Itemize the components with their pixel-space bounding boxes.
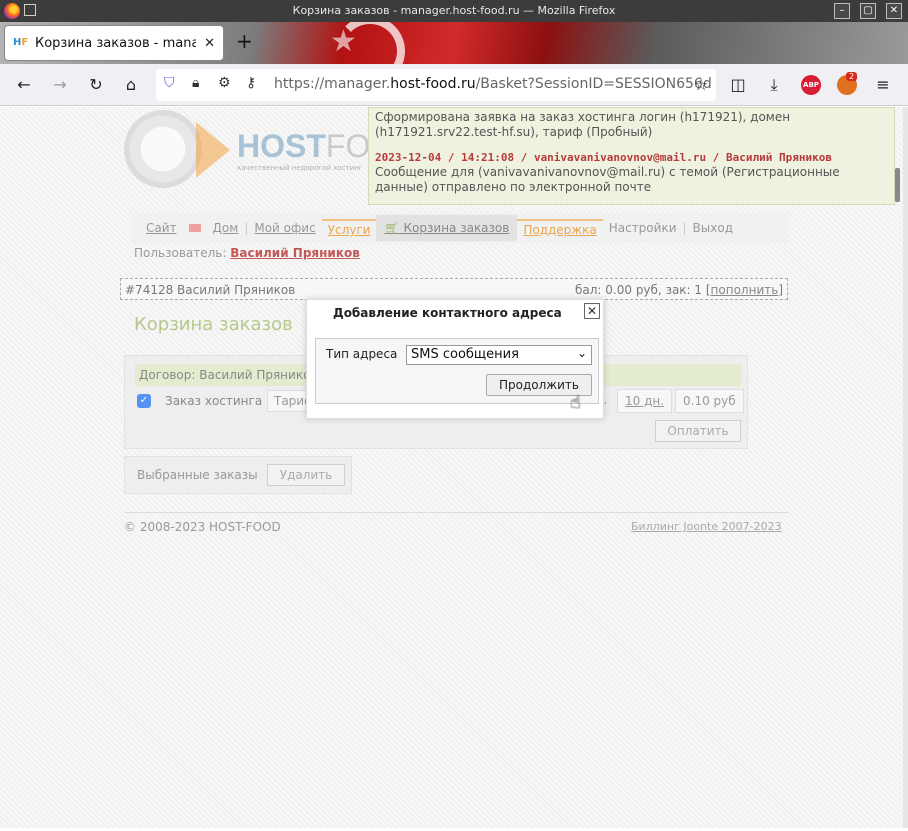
menu-settings[interactable]: Настройки [603, 221, 683, 235]
account-bar: #74128 Василий Пряников бал: 0.00 руб, з… [120, 278, 788, 300]
close-window-icon[interactable]: ✕ [886, 3, 902, 19]
menu-home[interactable]: Дом [207, 221, 245, 235]
url-text[interactable]: https://manager.host-food.ru/Basket?Sess… [274, 76, 712, 92]
footer-billing-link[interactable]: Биллинг Joonte 2007-2023 [631, 520, 782, 533]
notice-line-1: Сформирована заявка на заказ хостинга ло… [375, 110, 791, 139]
menu-services[interactable]: Услуги [321, 219, 377, 237]
tab-basket[interactable]: HF Корзина заказов - manager.host-food.r… [4, 25, 224, 61]
order-label: Заказ хостинга [165, 394, 263, 408]
flag-icon[interactable] [188, 224, 201, 232]
adblock-icon[interactable]: ABP [801, 75, 821, 95]
page-title: Корзина заказов [134, 314, 293, 335]
order-period[interactable]: 10 дн. [617, 389, 673, 413]
extension-badge: 2 [846, 72, 858, 81]
order-price: 0.10 руб [675, 389, 744, 413]
notification-log: Сформирована заявка на заказ хостинга ло… [368, 107, 895, 205]
address-type-label: Тип адреса [326, 347, 398, 361]
navigation-toolbar: ← → ↻ ⌂ ⛉ 🔒︎ ⚙ ⚷ https://manager.host-fo… [0, 64, 908, 106]
dialog-title: Добавление контактного адреса [333, 306, 562, 320]
logo-chevron-icon [196, 122, 230, 178]
selected-orders-label: Выбранные заказы [137, 468, 258, 482]
minimize-icon[interactable]: – [834, 3, 850, 19]
pocket-icon[interactable]: ◫ [728, 75, 748, 95]
hand-cursor-icon: ☝ [570, 392, 581, 413]
delete-button[interactable]: Удалить [267, 464, 345, 486]
chevron-down-icon: ⌄ [576, 346, 587, 360]
permissions-icon[interactable]: ⚙ [218, 75, 231, 91]
bookmark-star-icon[interactable]: ☆ [691, 75, 711, 95]
back-icon[interactable]: ← [14, 75, 34, 95]
download-icon[interactable]: ⤓ [764, 75, 784, 95]
notice-header-2: 2023-12-04 / 14:21:08 / vanivavanivanovn… [375, 151, 832, 164]
footer-divider [124, 512, 788, 513]
close-tab-icon[interactable]: ✕ [204, 36, 215, 51]
lock-icon[interactable]: 🔒︎ [192, 75, 199, 91]
pay-button[interactable]: Оплатить [655, 420, 741, 442]
home-icon[interactable]: ⌂ [121, 75, 141, 95]
tab-strip: ★ HF Корзина заказов - manager.host-food… [0, 22, 908, 64]
theme-emblem-icon [335, 22, 405, 64]
cart-icon: 🛒︎ [384, 221, 400, 235]
site-logo-circle[interactable] [124, 110, 202, 188]
notice-scrollbar[interactable] [895, 168, 900, 202]
shield-icon[interactable]: ⛉ [164, 75, 175, 91]
menu-office[interactable]: Мой офис [248, 221, 321, 235]
address-bar[interactable]: ⛉ 🔒︎ ⚙ ⚷ https://manager.host-food.ru/Ba… [156, 69, 716, 101]
dialog-body: Тип адреса SMS сообщения ⌄ Продолжить [315, 338, 599, 404]
menu-site[interactable]: Сайт [140, 221, 183, 235]
site-tagline: качественный недорогой хостинг [237, 164, 363, 172]
user-line: Пользователь: Василий Пряников [134, 246, 360, 260]
window-titlebar: Корзина заказов - manager.host-food.ru —… [0, 0, 908, 22]
user-name-link[interactable]: Василий Пряников [230, 246, 360, 260]
account-id: #74128 Василий Пряников [125, 283, 296, 297]
footer-copyright: © 2008-2023 HOST-FOOD [124, 520, 281, 534]
add-contact-dialog: Добавление контактного адреса ✕ Тип адре… [306, 299, 604, 419]
menu-support[interactable]: Поддержка [517, 219, 603, 237]
forward-icon[interactable]: → [50, 75, 70, 95]
window-title: Корзина заказов - manager.host-food.ru —… [292, 4, 616, 17]
close-icon[interactable]: ✕ [584, 303, 600, 319]
maximize-icon[interactable]: ▢ [860, 3, 876, 19]
topup-link[interactable]: пополнить [711, 283, 779, 297]
menu-logout[interactable]: Выход [687, 221, 739, 235]
main-menu: Сайт Дом | Мой офис Услуги 🛒︎ Корзина за… [132, 213, 788, 243]
selected-orders-panel: Выбранные заказы Удалить [124, 456, 352, 494]
hf-logo-icon: HF [13, 37, 29, 48]
reload-icon[interactable]: ↻ [86, 75, 106, 95]
key-icon[interactable]: ⚷ [246, 75, 256, 91]
menu-basket[interactable]: 🛒︎ Корзина заказов [376, 215, 518, 241]
account-balance: бал: 0.00 руб, зак: 1 [пополнить] [575, 283, 783, 297]
scrollbar-track[interactable] [903, 107, 908, 828]
tab-title: Корзина заказов - manager.host-food.ru [35, 35, 197, 51]
order-checkbox[interactable]: ✓ [137, 394, 151, 408]
notice-line-2: Сообщение для (vanivavanivanovnov@mail.r… [375, 165, 840, 194]
hamburger-menu-icon[interactable]: ≡ [873, 75, 893, 95]
new-tab-icon[interactable]: + [236, 31, 253, 51]
address-type-select[interactable]: SMS сообщения ⌄ [406, 345, 592, 365]
